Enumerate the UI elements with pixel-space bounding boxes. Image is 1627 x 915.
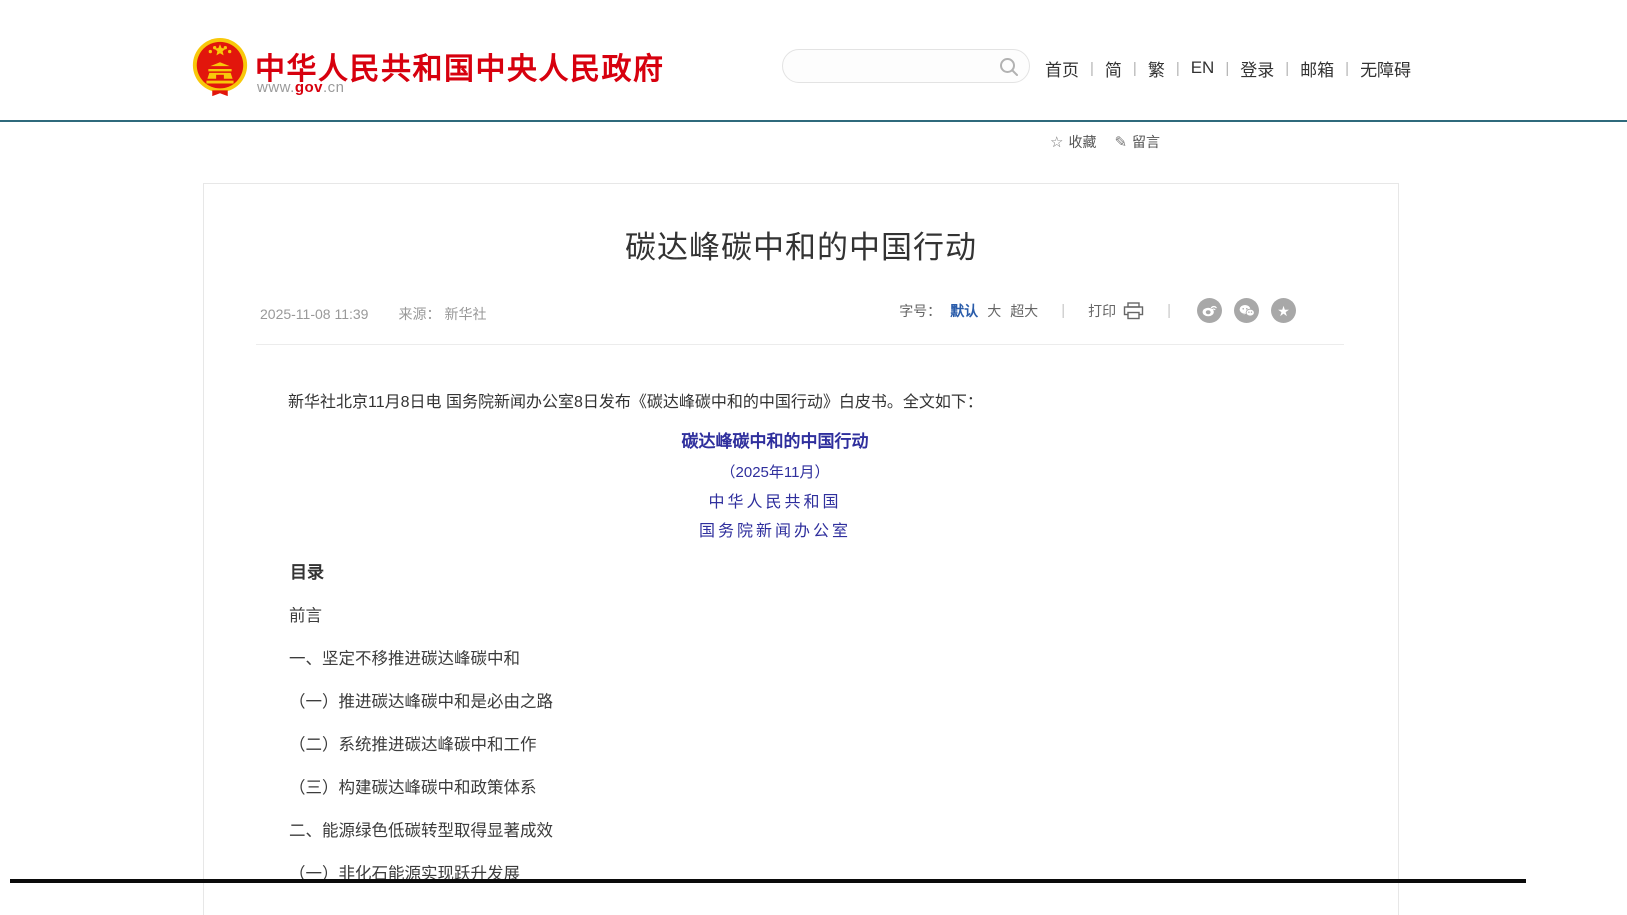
nav-mail[interactable]: 邮箱 — [1300, 56, 1334, 81]
site-url-prefix: www. — [257, 79, 295, 96]
page: 中华人民共和国中央人民政府 www.gov.cn 首页 | 简 | 繁 | EN… — [0, 0, 1627, 915]
wechat-share-icon[interactable] — [1234, 298, 1259, 323]
article-source: 来源： 新华社 — [398, 304, 486, 324]
nav-separator: | — [1133, 60, 1137, 77]
meta-left: 2025-11-08 11:39 来源： 新华社 — [260, 304, 486, 324]
font-size-default-button[interactable]: 默认 — [950, 301, 978, 321]
message-button[interactable]: ✎ 留言 — [1114, 132, 1160, 152]
source-label: 来源： — [398, 304, 440, 324]
nav-separator: | — [1090, 60, 1094, 77]
nav-accessibility[interactable]: 无障碍 — [1360, 56, 1411, 81]
nav-separator: | — [1225, 60, 1229, 77]
site-url: www.gov.cn — [257, 79, 345, 96]
toc-item-foreword: 前言 — [256, 605, 1294, 627]
toc-item-section1-3: （三）构建碳达峰碳中和政策体系 — [256, 777, 1294, 799]
doc-date: （2025年11月） — [256, 462, 1294, 483]
doc-org-office: 国务院新闻办公室 — [256, 520, 1294, 542]
page-tools: ☆ 收藏 ✎ 留言 — [1050, 132, 1160, 152]
share-star-icon[interactable]: ★ — [1271, 298, 1296, 323]
article-title: 碳达峰碳中和的中国行动 — [204, 222, 1398, 267]
meta-separator: | — [1167, 302, 1171, 319]
nav-home[interactable]: 首页 — [1045, 56, 1079, 81]
pencil-icon: ✎ — [1114, 133, 1127, 151]
nav-simplified[interactable]: 简 — [1105, 56, 1122, 81]
top-nav: 首页 | 简 | 繁 | EN | 登录 | 邮箱 | 无障碍 — [1045, 56, 1411, 80]
national-emblem-icon — [189, 36, 251, 102]
message-label: 留言 — [1132, 132, 1160, 152]
nav-traditional[interactable]: 繁 — [1148, 56, 1165, 81]
nav-separator: | — [1176, 60, 1180, 77]
site-url-gov: gov — [295, 79, 323, 96]
font-size-xlarge-button[interactable]: 超大 — [1010, 301, 1038, 321]
favorite-button[interactable]: ☆ 收藏 — [1050, 132, 1096, 152]
weibo-share-icon[interactable] — [1197, 298, 1222, 323]
search-box[interactable] — [782, 49, 1030, 83]
printer-icon — [1123, 302, 1144, 320]
site-header: 中华人民共和国中央人民政府 www.gov.cn 首页 | 简 | 繁 | EN… — [0, 0, 1627, 122]
font-size-large-button[interactable]: 大 — [987, 301, 1001, 321]
nav-login[interactable]: 登录 — [1240, 56, 1274, 81]
source-value: 新华社 — [444, 304, 486, 324]
font-size-label: 字号： — [899, 301, 941, 321]
article-card: 碳达峰碳中和的中国行动 2025-11-08 11:39 来源： 新华社 字号：… — [203, 183, 1399, 915]
doc-org-country: 中华人民共和国 — [256, 491, 1294, 513]
toc-item-section1-2: （二）系统推进碳达峰碳中和工作 — [256, 734, 1294, 756]
print-label: 打印 — [1088, 301, 1116, 321]
nav-english[interactable]: EN — [1191, 58, 1215, 78]
toc-item-section2: 二、能源绿色低碳转型取得显著成效 — [256, 820, 1294, 842]
lead-paragraph: 新华社北京11月8日电 国务院新闻办公室8日发布《碳达峰碳中和的中国行动》白皮书… — [256, 389, 1294, 417]
nav-separator: | — [1345, 60, 1349, 77]
print-button[interactable]: 打印 — [1088, 301, 1144, 321]
bottom-edge-bar — [10, 879, 1526, 883]
doc-title: 碳达峰碳中和的中国行动 — [256, 430, 1294, 454]
favorite-label: 收藏 — [1068, 132, 1096, 152]
nav-separator: | — [1285, 60, 1289, 77]
meta-divider — [256, 344, 1344, 345]
meta-separator: | — [1061, 302, 1065, 319]
search-input[interactable] — [799, 53, 989, 79]
article-meta: 2025-11-08 11:39 来源： 新华社 字号： 默认 大 超大 | 打… — [256, 296, 1344, 328]
star-icon: ☆ — [1050, 133, 1063, 151]
toc-item-section1-1: （一）推进碳达峰碳中和是必由之路 — [256, 691, 1294, 713]
article-body: 新华社北京11月8日电 国务院新闻办公室8日发布《碳达峰碳中和的中国行动》白皮书… — [256, 389, 1294, 885]
article-date: 2025-11-08 11:39 — [260, 306, 368, 322]
site-url-suffix: .cn — [323, 79, 345, 96]
search-icon[interactable] — [998, 56, 1020, 78]
toc-heading: 目录 — [256, 562, 1294, 584]
meta-right: 字号： 默认 大 超大 | 打印 | — [899, 298, 1296, 323]
toc-item-section1: 一、坚定不移推进碳达峰碳中和 — [256, 648, 1294, 670]
